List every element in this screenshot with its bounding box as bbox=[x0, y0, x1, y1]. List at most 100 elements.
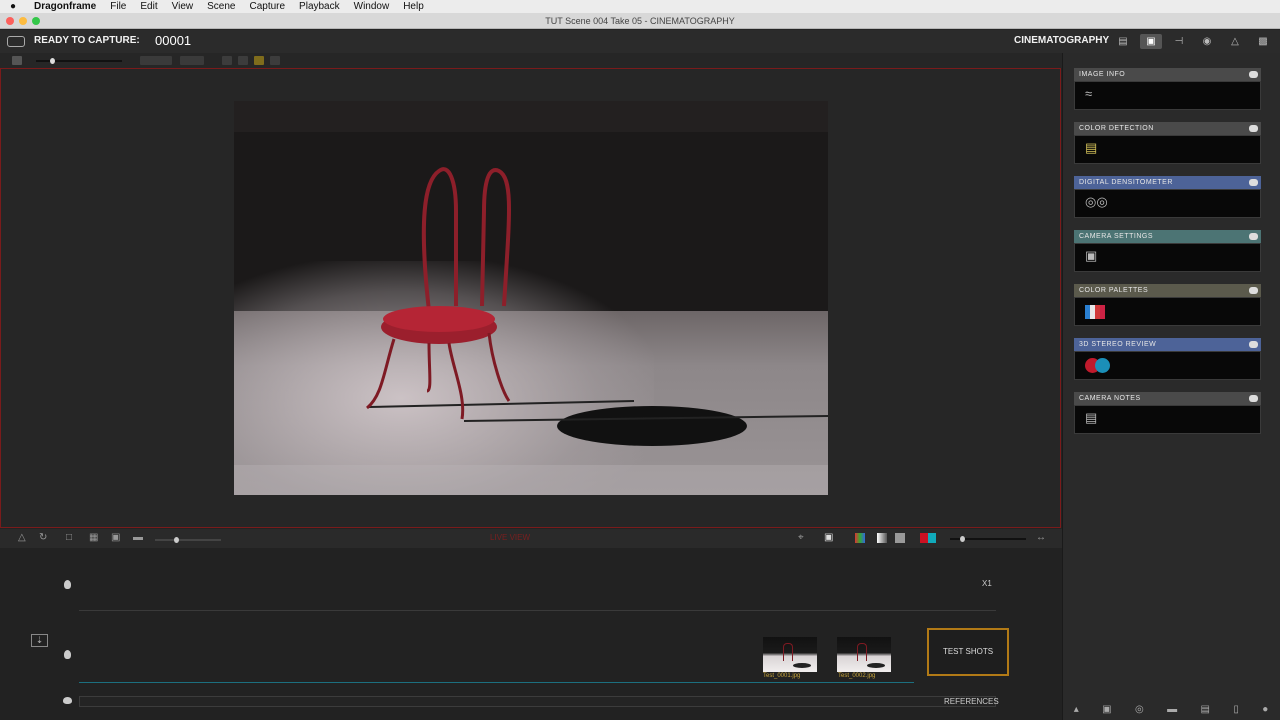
thumbnail-caption: Test_0001.jpg bbox=[763, 673, 801, 679]
zoom-slider-handle[interactable] bbox=[174, 537, 179, 543]
references-playhead[interactable] bbox=[63, 697, 72, 704]
menu-help[interactable]: Help bbox=[403, 1, 424, 12]
test-thumbnail[interactable] bbox=[837, 637, 891, 672]
window-titlebar: TUT Scene 004 Take 05 - CINEMATOGRAPHY bbox=[0, 13, 1280, 29]
notes-icon[interactable]: ▯ bbox=[1233, 704, 1239, 715]
menu-window[interactable]: Window bbox=[354, 1, 390, 12]
menu-file[interactable]: File bbox=[110, 1, 126, 12]
minimize-icon[interactable] bbox=[1249, 125, 1258, 132]
widget-image-info[interactable]: IMAGE INFO ≈ bbox=[1074, 68, 1261, 110]
zoom-slider[interactable] bbox=[155, 537, 221, 543]
minimize-icon[interactable] bbox=[1249, 71, 1258, 78]
widget-title: 3D STEREO REVIEW bbox=[1079, 341, 1157, 348]
close-window-button[interactable] bbox=[6, 17, 14, 25]
menu-playback[interactable]: Playback bbox=[299, 1, 340, 12]
minimize-window-button[interactable] bbox=[19, 17, 27, 25]
animation-workspace-icon[interactable]: ▤ bbox=[1112, 34, 1134, 49]
widget-header[interactable]: CAMERA NOTES bbox=[1074, 392, 1261, 405]
widget-color-palettes[interactable]: COLOR PALETTES bbox=[1074, 284, 1261, 326]
opacity-slider-handle[interactable] bbox=[50, 58, 55, 64]
flip-icon[interactable]: △ bbox=[18, 532, 26, 543]
densitometer-icon[interactable]: ◎ bbox=[1135, 704, 1144, 715]
playback-slider-handle[interactable] bbox=[960, 536, 965, 542]
references-track[interactable] bbox=[79, 696, 996, 707]
live-viewer[interactable] bbox=[0, 68, 1061, 528]
hatch-icon[interactable] bbox=[222, 56, 232, 65]
hatch-icon[interactable] bbox=[270, 56, 280, 65]
opacity-slider[interactable] bbox=[36, 58, 122, 64]
dmx-lighting-icon[interactable]: △ bbox=[1224, 34, 1246, 49]
menu-view[interactable]: View bbox=[172, 1, 194, 12]
widget-title: COLOR DETECTION bbox=[1079, 125, 1154, 132]
exposure-warning-icon[interactable] bbox=[895, 533, 905, 543]
crop-icon[interactable]: □ bbox=[66, 532, 72, 543]
palette-icon[interactable]: ▬ bbox=[1167, 704, 1177, 715]
widget-title: CAMERA SETTINGS bbox=[1079, 233, 1154, 240]
stereo-icon[interactable]: ● bbox=[1262, 704, 1268, 715]
toggle-button-2[interactable] bbox=[180, 56, 204, 65]
timeline-playhead[interactable] bbox=[64, 580, 71, 589]
camera-icon[interactable]: ▣ bbox=[1102, 704, 1111, 715]
hatch-icon[interactable] bbox=[238, 56, 248, 65]
menu-scene[interactable]: Scene bbox=[207, 1, 235, 12]
fit-width-icon[interactable]: ↔ bbox=[1036, 532, 1046, 543]
hatch-icon[interactable] bbox=[254, 56, 264, 65]
widget-header[interactable]: DIGITAL DENSITOMETER bbox=[1074, 176, 1261, 189]
import-icon[interactable]: ⇣ bbox=[31, 634, 48, 647]
widget-color-detection[interactable]: COLOR DETECTION ▤ bbox=[1074, 122, 1261, 164]
playback-speed[interactable]: X1 bbox=[982, 579, 992, 588]
toggle-button[interactable] bbox=[140, 56, 172, 65]
playback-slider[interactable] bbox=[950, 536, 1026, 542]
capture-lens-icon bbox=[7, 36, 25, 47]
audio-workspace-icon[interactable]: ▩ bbox=[1252, 34, 1274, 49]
timeline[interactable]: X1 ⇣ Test_0001.jpg Test_0002.jpg TEST SH… bbox=[0, 548, 1062, 720]
track-divider bbox=[79, 610, 996, 611]
workspace-name: CINEMATOGRAPHY bbox=[1014, 35, 1110, 46]
minimize-icon[interactable] bbox=[1249, 233, 1258, 240]
motion-control-icon[interactable]: ◉ bbox=[1196, 34, 1218, 49]
widget-camera-notes[interactable]: CAMERA NOTES ▤ bbox=[1074, 392, 1261, 434]
safe-area-icon[interactable]: ▣ bbox=[111, 532, 120, 543]
hatch-icon: ▤ bbox=[1085, 140, 1098, 155]
menu-app[interactable]: Dragonframe bbox=[34, 1, 96, 12]
widget-header[interactable]: COLOR PALETTES bbox=[1074, 284, 1261, 297]
test-shots-button[interactable]: TEST SHOTS bbox=[927, 628, 1009, 676]
minimize-icon[interactable] bbox=[1249, 179, 1258, 186]
cinematography-workspace-icon[interactable]: ▣ bbox=[1140, 34, 1162, 49]
histogram-icon[interactable]: ▴ bbox=[1074, 704, 1079, 715]
widget-header[interactable]: 3D STEREO REVIEW bbox=[1074, 338, 1261, 351]
grid-icon[interactable]: ▦ bbox=[89, 532, 98, 543]
widget-header[interactable]: CAMERA SETTINGS bbox=[1074, 230, 1261, 243]
color-channels-icon[interactable] bbox=[855, 533, 865, 543]
widget-digital-densitometer[interactable]: DIGITAL DENSITOMETER ◎◎ bbox=[1074, 176, 1261, 218]
grayscale-icon[interactable] bbox=[877, 533, 887, 543]
mask-icon[interactable]: ▬ bbox=[133, 532, 143, 543]
references-label: REFERENCES bbox=[944, 697, 999, 706]
test-shots-playhead[interactable] bbox=[64, 650, 71, 659]
widget-header[interactable]: COLOR DETECTION bbox=[1074, 122, 1261, 135]
widget-header[interactable]: IMAGE INFO bbox=[1074, 68, 1261, 81]
minimize-icon[interactable] bbox=[1249, 341, 1258, 348]
viewer-toolbar bbox=[0, 53, 1062, 68]
refresh-icon[interactable]: ↻ bbox=[39, 532, 47, 543]
apple-icon[interactable]: ● bbox=[10, 1, 24, 12]
minimize-icon[interactable] bbox=[1249, 287, 1258, 294]
stereo-toggle-icon[interactable] bbox=[920, 533, 936, 543]
widget-camera-settings[interactable]: CAMERA SETTINGS ▣ bbox=[1074, 230, 1261, 272]
minimize-icon[interactable] bbox=[1249, 395, 1258, 402]
zoom-window-button[interactable] bbox=[32, 17, 40, 25]
menu-capture[interactable]: Capture bbox=[249, 1, 285, 12]
widget-title: CAMERA NOTES bbox=[1079, 395, 1141, 402]
viewer-mode-icon[interactable] bbox=[12, 56, 22, 65]
timeline-workspace-icon[interactable]: ⊣ bbox=[1168, 34, 1190, 49]
widget-title: COLOR PALETTES bbox=[1079, 287, 1149, 294]
widget-title: IMAGE INFO bbox=[1079, 71, 1126, 78]
view-bar: △ ↻ □ ▦ ▣ ▬ LIVE VIEW ⌖ ▣ ↔ bbox=[0, 529, 1062, 548]
hatch-icon[interactable]: ▤ bbox=[1200, 704, 1209, 715]
widget-3d-stereo-review[interactable]: 3D STEREO REVIEW bbox=[1074, 338, 1261, 380]
camera-view-icon[interactable]: ▣ bbox=[824, 532, 833, 543]
crosshair-icon[interactable]: ⌖ bbox=[798, 532, 804, 543]
live-view-image[interactable] bbox=[234, 101, 828, 495]
test-thumbnail[interactable] bbox=[763, 637, 817, 672]
menu-edit[interactable]: Edit bbox=[140, 1, 157, 12]
